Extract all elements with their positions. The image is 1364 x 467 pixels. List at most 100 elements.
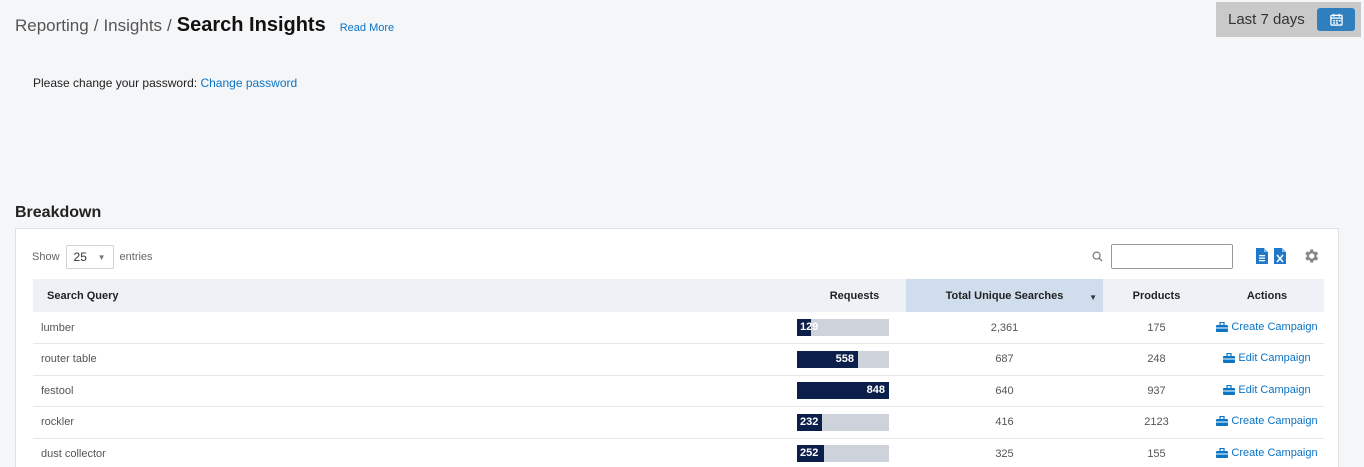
- breadcrumb-separator: /: [93, 16, 99, 35]
- requests-bar: 558: [797, 350, 889, 368]
- products-cell: 175: [1103, 312, 1210, 344]
- search-query-cell: router table: [33, 343, 803, 376]
- show-label: Show: [32, 251, 60, 263]
- unique-searches-cell: 416: [906, 406, 1103, 439]
- campaign-icon: [1216, 321, 1229, 332]
- column-header-products[interactable]: Products: [1103, 279, 1210, 312]
- requests-value: 558: [835, 352, 854, 365]
- table-row: lumber 129 2,361 175 Create Campaign: [33, 312, 1324, 344]
- campaign-icon: [1223, 384, 1236, 395]
- entries-label: entries: [119, 251, 153, 263]
- search-query: rockler: [41, 416, 75, 429]
- breadcrumb-insights[interactable]: Insights: [103, 16, 162, 36]
- products-cell: 248: [1103, 343, 1210, 376]
- table-row: festool 848 640 937 Edit Campaign: [33, 375, 1324, 407]
- requests-value: 252: [800, 447, 819, 460]
- requests-value: 848: [866, 384, 885, 397]
- table-row: rockler 232 416 2123 Create Campaign: [33, 406, 1324, 439]
- requests-bar: 252: [797, 445, 889, 463]
- campaign-icon: [1216, 447, 1229, 458]
- csv-export-button[interactable]: [1256, 248, 1268, 269]
- gear-icon: [1305, 249, 1319, 263]
- requests-value: 129: [800, 321, 819, 333]
- csv-export-icon: [1256, 248, 1268, 264]
- requests-cell: 129: [797, 312, 906, 344]
- actions-cell: Edit Campaign: [1210, 343, 1324, 376]
- campaign-action-link[interactable]: Create Campaign: [1216, 446, 1318, 459]
- products-cell: 155: [1103, 438, 1210, 467]
- excel-export-button[interactable]: [1274, 248, 1286, 269]
- unique-searches-cell: 640: [906, 375, 1103, 407]
- breadcrumb-reporting[interactable]: Reporting: [15, 16, 89, 36]
- excel-export-icon: [1274, 248, 1286, 264]
- calendar-button[interactable]: [1317, 8, 1355, 31]
- campaign-action-link[interactable]: Edit Campaign: [1223, 383, 1311, 396]
- page-size-control: Show 25 ▼ entries: [32, 245, 153, 269]
- campaign-action-label: Create Campaign: [1231, 446, 1318, 459]
- date-range-picker[interactable]: Last 7 days: [1216, 2, 1361, 37]
- breakdown-panel: Show 25 ▼ entries Search Query Requests …: [15, 228, 1339, 467]
- search-query: dust collector: [41, 447, 106, 460]
- requests-cell: 848: [797, 375, 906, 407]
- table-search: [1092, 244, 1233, 269]
- search-query: router table: [41, 353, 97, 366]
- column-header-query[interactable]: Search Query: [33, 279, 803, 312]
- campaign-action-label: Edit Campaign: [1238, 352, 1311, 365]
- date-range-label: Last 7 days: [1228, 11, 1305, 28]
- search-query-cell: rockler: [33, 406, 803, 439]
- campaign-action-label: Create Campaign: [1231, 320, 1318, 333]
- breakdown-heading: Breakdown: [15, 204, 102, 221]
- column-header-unique-label: Total Unique Searches: [945, 289, 1064, 302]
- column-header-requests[interactable]: Requests: [803, 279, 906, 312]
- campaign-icon: [1223, 353, 1236, 364]
- products-cell: 937: [1103, 375, 1210, 407]
- password-notice: Please change your password: Change pass…: [33, 76, 297, 90]
- column-header-actions: Actions: [1210, 279, 1324, 312]
- actions-cell: Create Campaign: [1210, 312, 1324, 344]
- actions-cell: Edit Campaign: [1210, 375, 1324, 407]
- requests-bar: 129: [797, 319, 889, 336]
- table-row: router table 558 687 248 Edit Campaign: [33, 343, 1324, 376]
- breadcrumb: Reporting / Insights / Search Insights R…: [15, 14, 394, 37]
- unique-searches-cell: 325: [906, 438, 1103, 467]
- page-size-value: 25: [73, 250, 87, 264]
- campaign-action-label: Create Campaign: [1231, 415, 1318, 428]
- change-password-link[interactable]: Change password: [200, 76, 297, 90]
- campaign-action-link[interactable]: Create Campaign: [1216, 415, 1318, 428]
- search-query-cell: festool: [33, 375, 803, 407]
- campaign-action-label: Edit Campaign: [1238, 383, 1311, 396]
- search-query-cell: dust collector: [33, 438, 803, 467]
- page-title: Search Insights: [176, 14, 326, 36]
- campaign-icon: [1216, 416, 1229, 427]
- requests-cell: 558: [797, 343, 906, 376]
- table-row: dust collector 252 325 155 Create Campai…: [33, 438, 1324, 467]
- search-query: lumber: [41, 321, 75, 334]
- table-header-row: Search Query Requests Total Unique Searc…: [33, 279, 1324, 312]
- search-icon: [1092, 251, 1103, 262]
- campaign-action-link[interactable]: Edit Campaign: [1223, 352, 1311, 365]
- settings-button[interactable]: [1302, 247, 1320, 270]
- breadcrumb-separator: /: [167, 16, 172, 35]
- requests-bar: 232: [797, 413, 889, 431]
- breakdown-table: Search Query Requests Total Unique Searc…: [33, 279, 1324, 467]
- products-cell: 2123: [1103, 406, 1210, 439]
- chevron-down-icon: ▼: [97, 252, 106, 262]
- campaign-action-link[interactable]: Create Campaign: [1216, 320, 1318, 333]
- password-notice-text: Please change your password:: [33, 76, 198, 90]
- requests-bar: 848: [797, 382, 889, 400]
- unique-searches-cell: 687: [906, 343, 1103, 376]
- search-input[interactable]: [1111, 244, 1233, 269]
- read-more-link[interactable]: Read More: [340, 22, 394, 34]
- search-query-cell: lumber: [33, 312, 803, 344]
- actions-cell: Create Campaign: [1210, 406, 1324, 439]
- requests-cell: 252: [797, 438, 906, 467]
- unique-searches-cell: 2,361: [906, 312, 1103, 344]
- requests-cell: 232: [797, 406, 906, 439]
- calendar-icon: [1329, 13, 1343, 26]
- search-query: festool: [41, 384, 74, 397]
- actions-cell: Create Campaign: [1210, 438, 1324, 467]
- sort-desc-icon: ▼: [1089, 293, 1097, 302]
- column-header-unique-searches[interactable]: Total Unique Searches ▼: [906, 279, 1103, 312]
- page-size-select[interactable]: 25 ▼: [65, 245, 114, 269]
- requests-value: 232: [800, 415, 819, 428]
